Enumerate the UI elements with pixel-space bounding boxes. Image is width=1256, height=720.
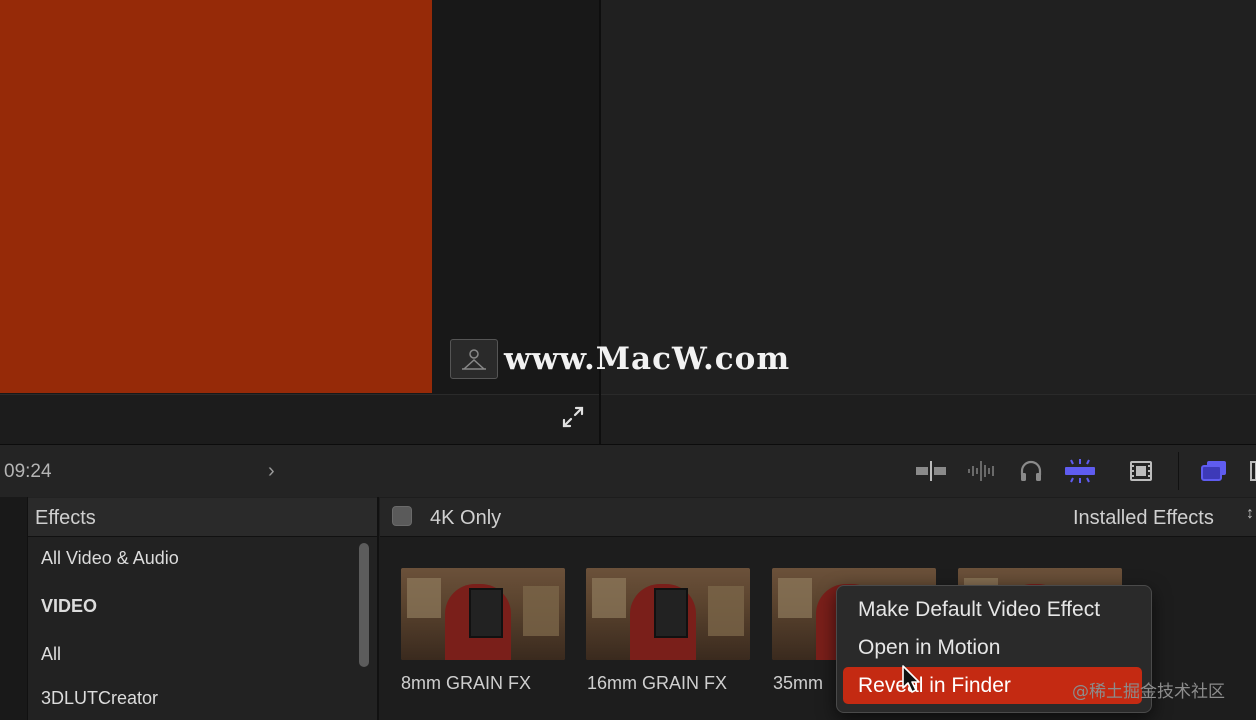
chevron-right-icon[interactable]: › — [268, 460, 275, 483]
chevron-updown-icon[interactable]: ↕ — [1246, 505, 1254, 523]
watermark: www.MacW.com — [450, 338, 790, 380]
sidebar-item-all-video-audio[interactable]: All Video & Audio — [41, 548, 179, 569]
installed-effects-dropdown[interactable]: Installed Effects — [1073, 507, 1214, 530]
inspector-strip — [601, 394, 1256, 445]
effect-label: 8mm GRAIN FX — [401, 673, 532, 693]
browser-toggle-icon[interactable] — [1198, 458, 1230, 484]
effect-thumbnail[interactable] — [401, 568, 565, 660]
viewer-controls-strip — [0, 394, 600, 445]
sidebar-item-3dlutcreator[interactable]: 3DLUTCreator — [41, 688, 158, 709]
filmstrip-icon[interactable] — [1127, 458, 1155, 484]
watermark-logo-icon — [450, 339, 498, 379]
4k-only-label: 4K Only — [430, 507, 502, 529]
sidebar-section-video: VIDEO — [41, 596, 98, 616]
site-watermark: @稀土掘金技术社区 — [1072, 682, 1225, 702]
browser-gutter — [0, 497, 28, 720]
audio-waveform-icon[interactable] — [966, 458, 998, 484]
toolbar-divider — [1178, 452, 1179, 490]
effect-label: 16mm GRAIN FX — [587, 673, 728, 693]
mouse-pointer-icon — [902, 665, 920, 693]
4k-only-checkbox[interactable] — [392, 506, 412, 526]
sidebar-scrollbar[interactable] — [359, 543, 369, 667]
snapping-icon[interactable] — [1062, 458, 1098, 484]
effect-label: 35mm — [773, 673, 824, 693]
timecode-display: 09:24 — [4, 461, 52, 482]
menu-item-reveal-in-finder[interactable]: Reveal in Finder — [858, 674, 1011, 698]
sidebar-item-all[interactable]: All — [41, 644, 61, 665]
menu-item-open-in-motion[interactable]: Open in Motion — [858, 636, 1000, 660]
inspector-panel — [601, 0, 1256, 394]
viewer-frame — [0, 0, 432, 393]
fullscreen-icon[interactable] — [560, 404, 586, 430]
clip-appearance-icon[interactable] — [914, 458, 948, 484]
sidebar-toggle-icon[interactable] — [1250, 458, 1256, 484]
menu-item-make-default[interactable]: Make Default Video Effect — [858, 598, 1100, 622]
headphones-icon[interactable] — [1017, 458, 1045, 484]
effect-thumbnail[interactable] — [586, 568, 750, 660]
watermark-text: www.MacW.com — [504, 341, 791, 377]
sidebar-title: Effects — [35, 507, 96, 529]
